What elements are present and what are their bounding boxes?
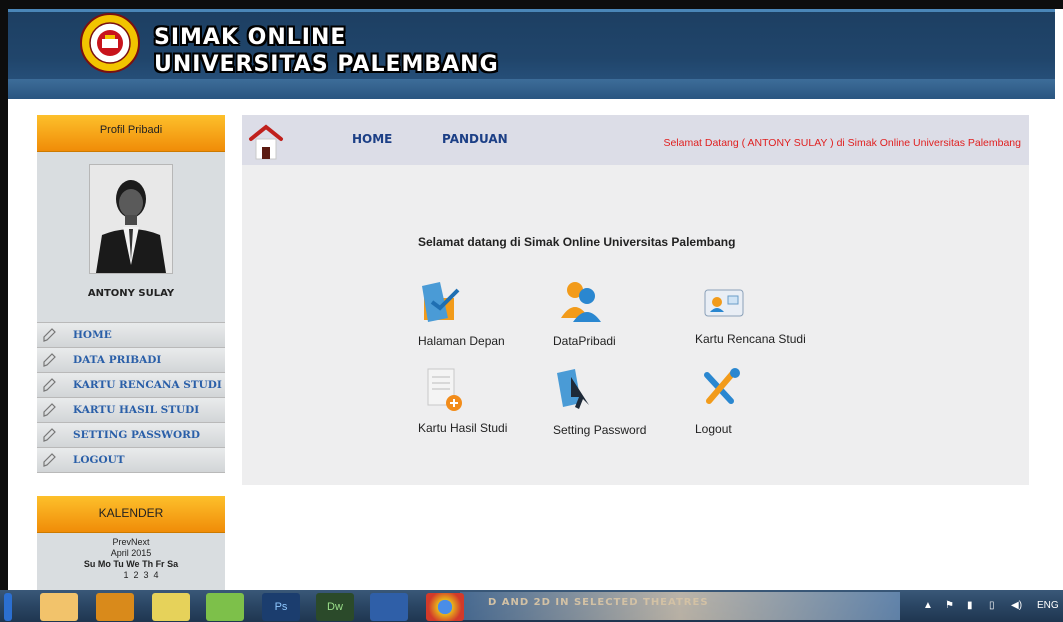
header-band: [8, 79, 1055, 99]
main-panel: HOME PANDUAN Selamat Datang ( ANTONY SUL…: [242, 115, 1029, 485]
profile-name: ANTONY SULAY: [87, 288, 175, 299]
sidebar-menu: HOME DATA PRIBADI KARTU RENCANA STUDI KA…: [37, 322, 225, 473]
sidebar-item-label: KARTU HASIL STUDI: [73, 404, 200, 416]
tray-language[interactable]: ENG: [1037, 600, 1059, 611]
window-frame-top: [0, 0, 1063, 9]
university-logo: [80, 13, 140, 73]
tile-label: Kartu Rencana Studi: [695, 332, 806, 346]
tray-volume-icon[interactable]: ◀): [1011, 600, 1022, 611]
profile-photo: [89, 164, 173, 274]
app-icon[interactable]: [96, 593, 134, 621]
pencil-icon: [43, 353, 56, 367]
sidebar: Profil Pribadi ANTONY SULAY HOME DATA PR…: [37, 115, 225, 473]
sidebar-item-label: LOGOUT: [73, 454, 125, 466]
calendar-month: April 2015: [110, 548, 152, 558]
welcome-heading: Selamat datang di Simak Online Universit…: [418, 235, 736, 249]
tile-label: Logout: [695, 422, 732, 436]
tray-signal-icon[interactable]: ▯: [989, 600, 995, 611]
profile-box: ANTONY SULAY: [37, 152, 225, 322]
sidebar-item-label: HOME: [73, 329, 112, 341]
chrome-icon[interactable]: [426, 593, 464, 621]
cursor-icon: [557, 369, 589, 409]
calendar-row[interactable]: 1 2 3 4: [37, 570, 225, 581]
sidebar-item-data-pribadi[interactable]: DATA PRIBADI: [37, 347, 225, 372]
app-icon[interactable]: [206, 593, 244, 621]
sidebar-item-kartu-hasil-studi[interactable]: KARTU HASIL STUDI: [37, 397, 225, 422]
tray-up-arrow-icon[interactable]: ▲: [923, 600, 933, 611]
taskbar-banner: D AND 2D IN SELECTED THEATRES: [460, 592, 900, 620]
sidebar-item-setting-password[interactable]: SETTING PASSWORD: [37, 422, 225, 447]
sidebar-item-kartu-rencana-studi[interactable]: KARTU RENCANA STUDI: [37, 372, 225, 397]
file-explorer-icon[interactable]: [40, 593, 78, 621]
system-tray: ▲ ⚑ ▮ ▯ ◀) ENG: [923, 590, 1063, 622]
photoshop-icon[interactable]: Ps: [262, 593, 300, 621]
sidebar-item-label: KARTU RENCANA STUDI: [73, 379, 222, 391]
site-title-line2: UNIVERSITAS PALEMBANG: [154, 52, 499, 77]
nav-panduan-link[interactable]: PANDUAN: [442, 132, 508, 146]
nav-home-link[interactable]: HOME: [352, 132, 392, 146]
folder-taskbar-icon[interactable]: [152, 593, 190, 621]
pencil-icon: [43, 428, 56, 442]
site-title-line1: SIMAK ONLINE: [154, 25, 347, 50]
tile-label: DataPribadi: [553, 334, 616, 348]
home-icon[interactable]: [248, 123, 284, 163]
calendar-nav[interactable]: PrevNext: [37, 533, 225, 548]
calendar-body: PrevNext April 2015 Su Mo Tu We Th Fr Sa…: [37, 533, 225, 593]
sidebar-item-logout[interactable]: LOGOUT: [37, 447, 225, 473]
document-add-icon: [427, 368, 462, 411]
calendar: KALENDER PrevNext April 2015 Su Mo Tu We…: [37, 496, 225, 593]
tray-flag-icon[interactable]: ⚑: [945, 600, 954, 611]
tools-icon: [704, 368, 740, 404]
welcome-banner: Selamat Datang ( ANTONY SULAY ) di Simak…: [663, 137, 1021, 149]
folder-icon: [422, 282, 460, 322]
user-icon: [561, 282, 601, 322]
tile-label: Halaman Depan: [418, 334, 505, 348]
pencil-icon: [43, 328, 56, 342]
top-nav: HOME PANDUAN Selamat Datang ( ANTONY SUL…: [242, 115, 1029, 165]
site-header: SIMAK ONLINE UNIVERSITAS PALEMBANG: [8, 9, 1055, 99]
calendar-weekdays: Su Mo Tu We Th Fr Sa: [83, 559, 179, 569]
calendar-heading: KALENDER: [37, 496, 225, 533]
card-icon: [704, 289, 744, 317]
word-icon[interactable]: [370, 593, 408, 621]
sidebar-item-home[interactable]: HOME: [37, 322, 225, 347]
tray-network-icon[interactable]: ▮: [967, 600, 973, 611]
window-frame-left: [0, 0, 8, 622]
start-button[interactable]: [4, 593, 12, 621]
pencil-icon: [43, 453, 56, 467]
profile-heading: Profil Pribadi: [37, 115, 225, 152]
pencil-icon: [43, 378, 56, 392]
sidebar-item-label: SETTING PASSWORD: [73, 429, 200, 441]
windows-taskbar: Ps Dw D AND 2D IN SELECTED THEATRES ▲ ⚑ …: [0, 590, 1063, 622]
dreamweaver-icon[interactable]: Dw: [316, 593, 354, 621]
tile-label: Setting Password: [553, 423, 647, 437]
pencil-icon: [43, 403, 56, 417]
tile-label: Kartu Hasil Studi: [418, 421, 508, 435]
sidebar-item-label: DATA PRIBADI: [73, 354, 162, 366]
banner-text: D AND 2D IN SELECTED THEATRES: [488, 597, 709, 608]
header-topline: [8, 9, 1055, 12]
